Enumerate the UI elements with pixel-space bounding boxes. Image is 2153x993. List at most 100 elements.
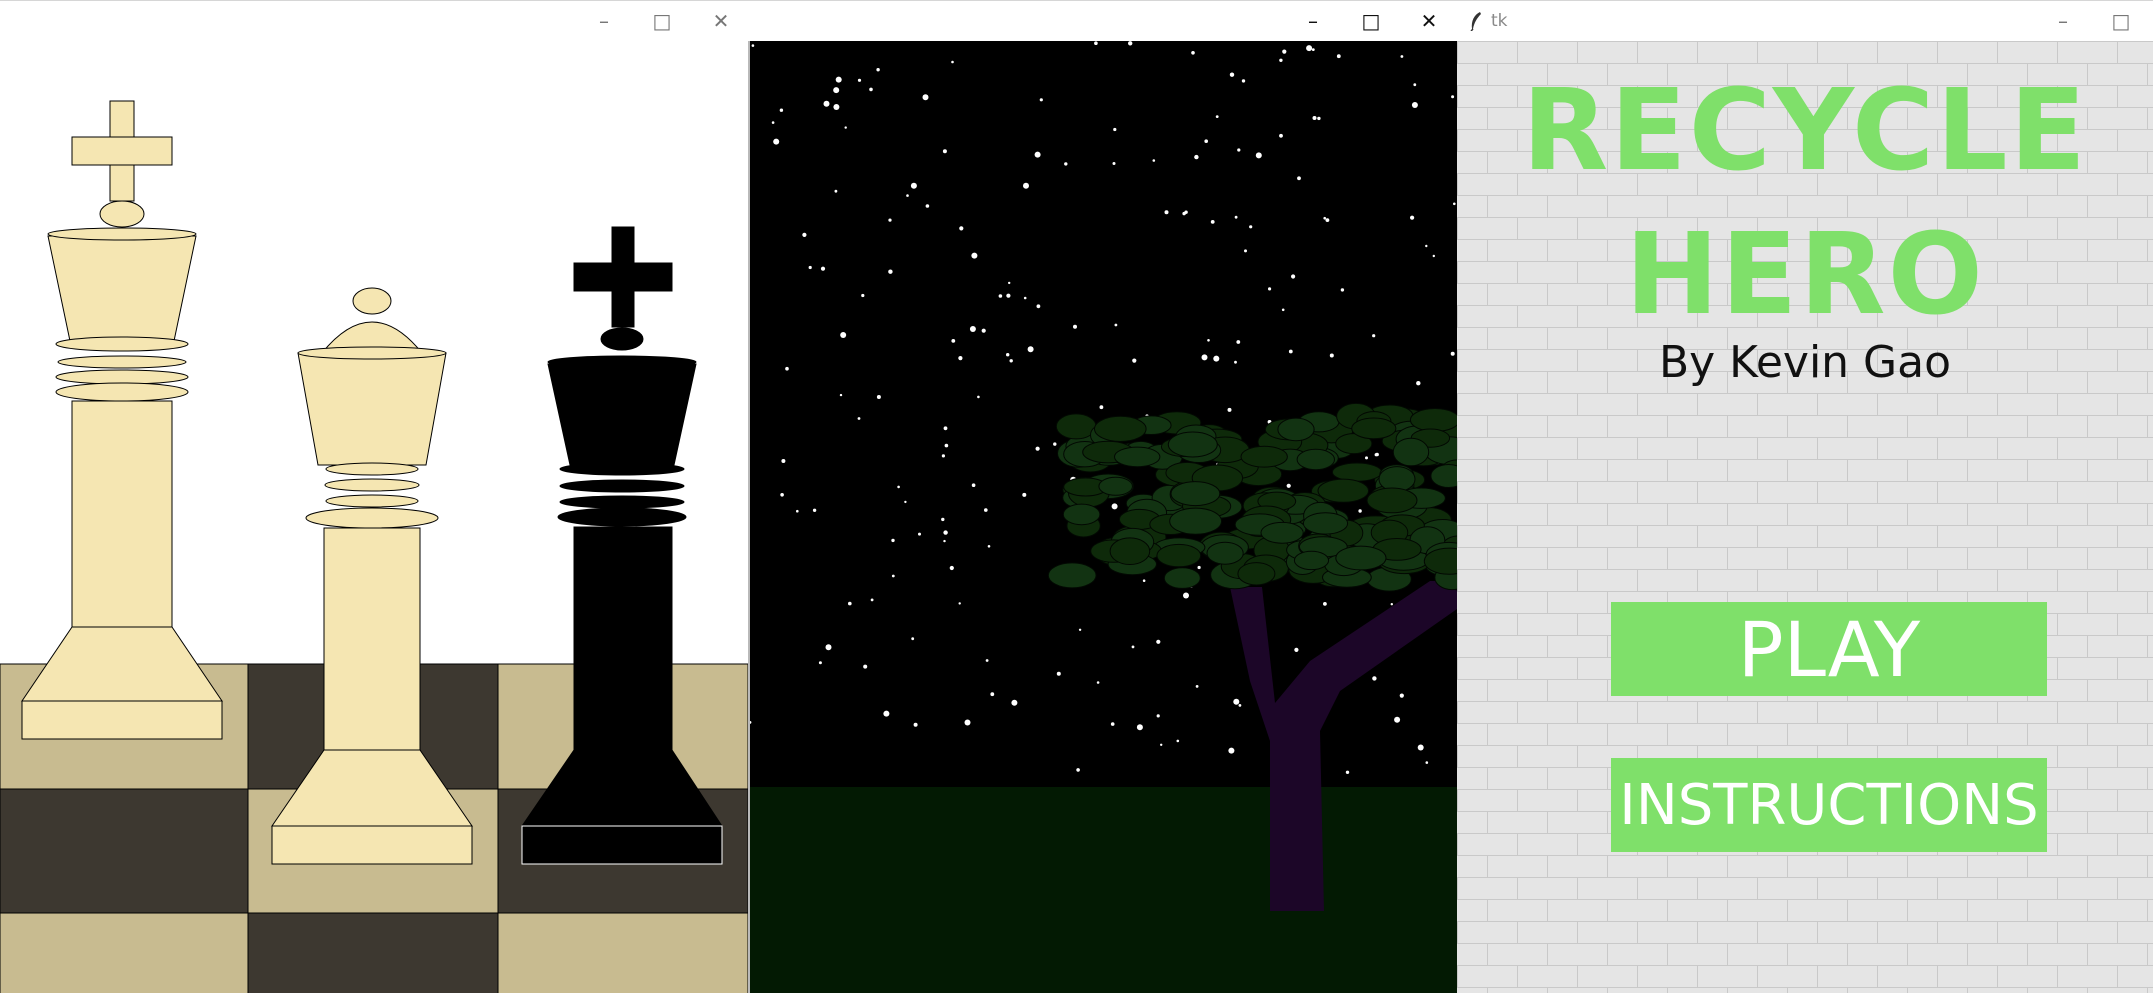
star	[848, 601, 852, 606]
game-title-line1: RECYCLE	[1521, 66, 2089, 196]
star	[857, 78, 862, 82]
star	[833, 87, 840, 94]
window-title: tk	[1491, 11, 1508, 31]
star	[1234, 215, 1238, 219]
leaf	[1170, 481, 1221, 507]
star	[910, 182, 917, 189]
star	[944, 443, 949, 448]
star	[1215, 115, 1219, 118]
star	[833, 104, 840, 110]
instructions-button[interactable]: INSTRUCTIONS	[1611, 758, 2047, 852]
star	[834, 189, 838, 193]
maximize-icon[interactable]: □	[2092, 1, 2150, 41]
star	[1183, 592, 1189, 599]
star	[1374, 453, 1378, 457]
star	[1009, 359, 1013, 363]
leaf	[1331, 462, 1383, 482]
star	[876, 395, 881, 399]
star	[883, 710, 890, 717]
star	[781, 459, 786, 463]
star	[1311, 48, 1315, 51]
star	[1241, 79, 1246, 83]
star	[1236, 340, 1241, 344]
star	[1365, 456, 1368, 460]
star	[870, 598, 874, 602]
feather-icon	[1469, 1, 1483, 41]
star	[951, 60, 954, 64]
star	[943, 530, 948, 535]
close-icon[interactable]: ✕	[692, 1, 750, 41]
star	[785, 366, 789, 371]
star	[773, 138, 780, 145]
star	[1228, 747, 1235, 754]
star	[913, 722, 918, 727]
star	[835, 76, 842, 83]
close-icon[interactable]: ✕	[1400, 1, 1457, 41]
star	[990, 692, 995, 697]
star	[1131, 645, 1135, 649]
play-button[interactable]: PLAY	[1611, 602, 2047, 696]
star	[1023, 182, 1029, 189]
star	[1156, 639, 1161, 644]
star	[861, 293, 865, 298]
star	[825, 644, 832, 651]
star	[1096, 681, 1100, 684]
ground	[750, 787, 1457, 993]
star	[918, 532, 921, 536]
star	[779, 108, 784, 112]
star	[959, 226, 964, 231]
minimize-icon[interactable]: –	[1284, 1, 1342, 41]
star	[1417, 744, 1424, 751]
star	[1110, 722, 1115, 726]
star	[1323, 216, 1326, 220]
leaf	[1094, 415, 1147, 442]
star	[904, 500, 907, 504]
star	[1450, 351, 1455, 356]
star	[1156, 714, 1160, 718]
star	[869, 87, 873, 92]
star	[1056, 671, 1061, 676]
star	[1390, 603, 1393, 606]
star	[1035, 446, 1040, 451]
star	[971, 483, 976, 488]
chess-titlebar: – □ ✕	[0, 0, 750, 40]
minimize-icon[interactable]: –	[575, 1, 633, 41]
star	[1099, 405, 1104, 410]
menu-titlebar: tk – □	[1457, 0, 2153, 40]
leaf	[1206, 541, 1244, 565]
leaf	[1277, 417, 1315, 442]
star	[1291, 274, 1296, 279]
star	[1006, 293, 1011, 298]
star	[1372, 334, 1376, 338]
star	[969, 326, 976, 332]
star	[906, 194, 909, 197]
star	[750, 721, 752, 724]
star	[1399, 693, 1404, 698]
maximize-icon[interactable]: □	[633, 1, 691, 41]
star	[1210, 220, 1215, 224]
leaf	[1062, 503, 1101, 526]
star	[1022, 492, 1027, 497]
star	[943, 426, 948, 431]
leaf	[1317, 478, 1370, 503]
star	[891, 538, 895, 543]
star	[1194, 154, 1199, 160]
star	[1036, 304, 1041, 309]
star	[1023, 296, 1027, 300]
night-scene	[750, 41, 1457, 993]
star	[964, 719, 971, 726]
maximize-icon[interactable]: □	[1342, 1, 1400, 41]
leaf	[1260, 521, 1304, 544]
star	[1281, 308, 1285, 312]
star	[1451, 95, 1455, 99]
star	[1111, 503, 1118, 510]
leaf	[1156, 543, 1202, 568]
star	[1227, 407, 1232, 412]
tree-leaves	[1047, 402, 1457, 592]
star	[863, 664, 868, 669]
leaf	[1409, 408, 1457, 432]
star	[1128, 41, 1133, 46]
star	[987, 545, 991, 548]
minimize-icon[interactable]: –	[2034, 1, 2092, 41]
light-king-piece	[21, 100, 223, 740]
